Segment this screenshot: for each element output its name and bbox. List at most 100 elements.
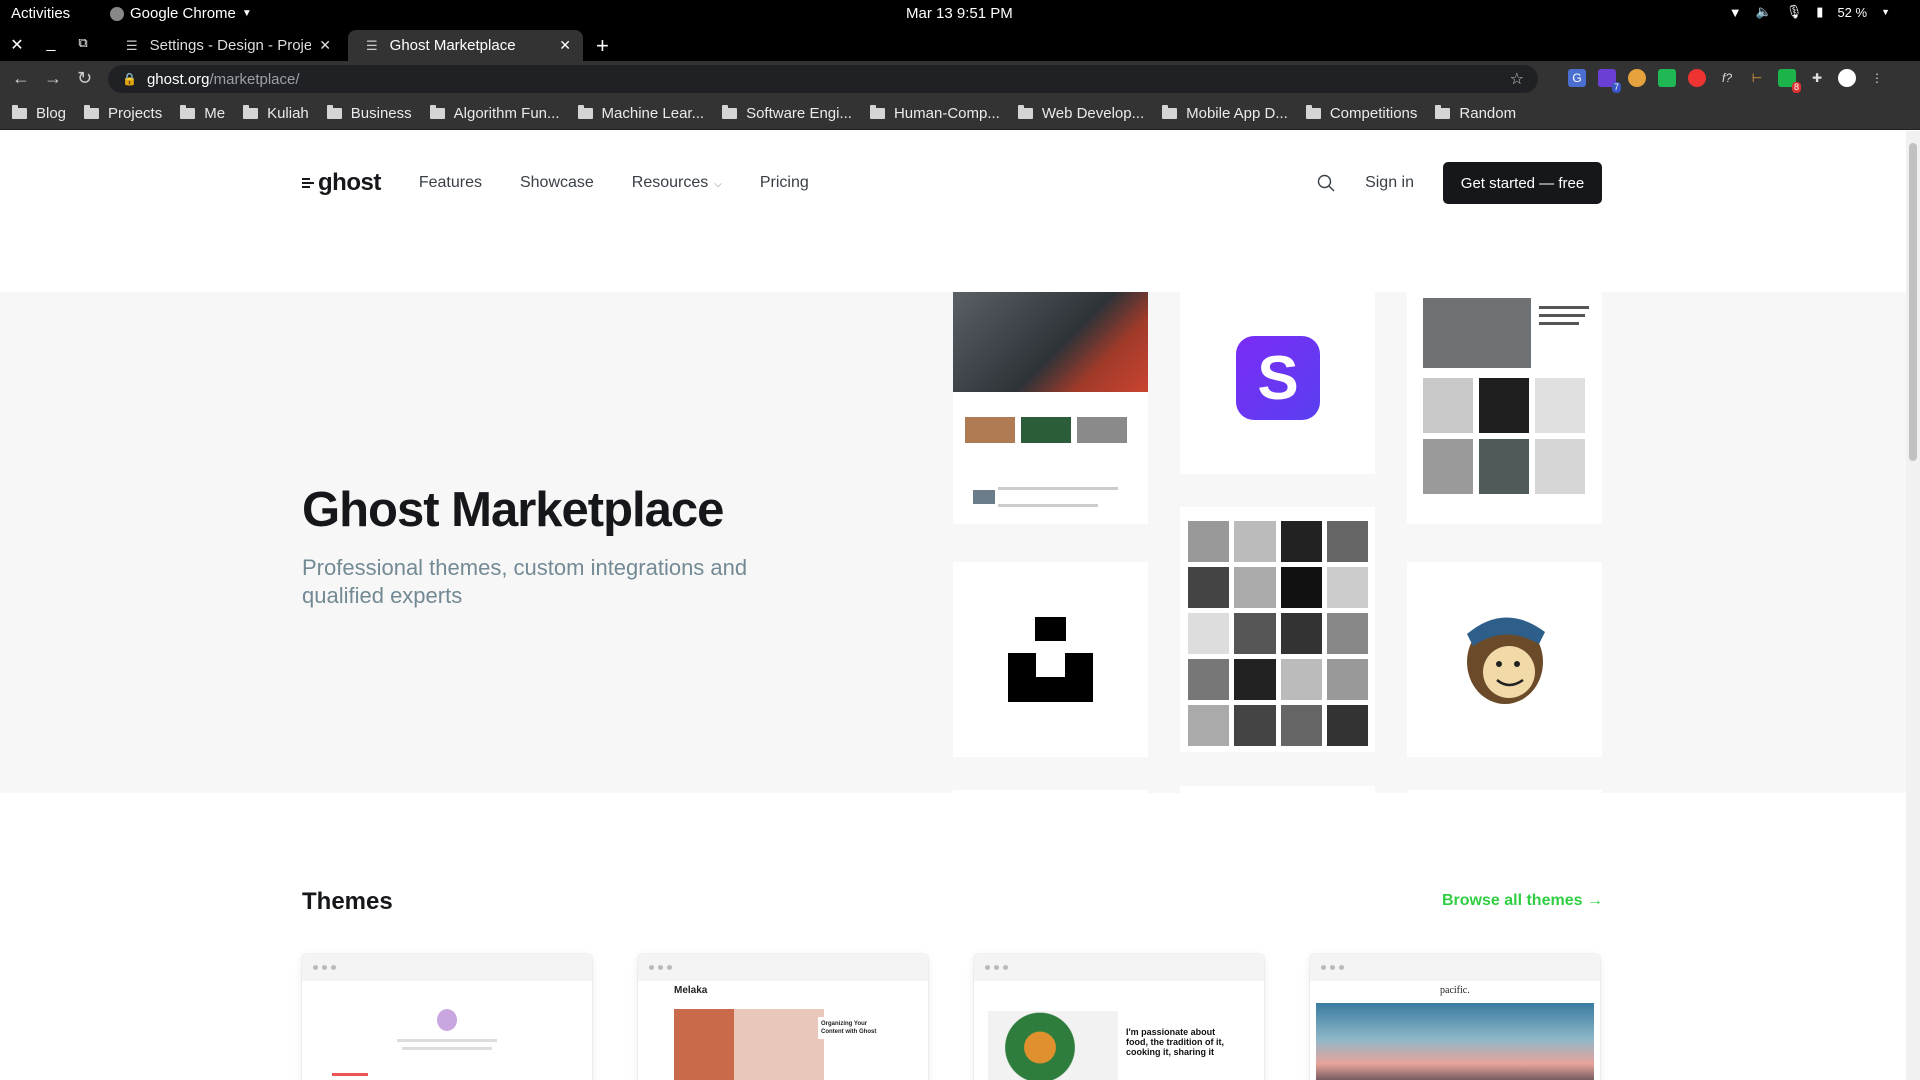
theme-preview-tile[interactable] [953, 790, 1148, 793]
back-icon[interactable]: ← [12, 68, 30, 89]
chevron-down-icon: ⌵ [714, 179, 722, 190]
stripe-logo-icon: S [1236, 336, 1320, 420]
restore-window-icon[interactable]: ⧉ [73, 35, 93, 51]
lock-icon[interactable]: 🔒 [122, 72, 137, 86]
bookmark-label: Me [204, 104, 226, 122]
search-icon[interactable] [1317, 174, 1335, 192]
bookmark-folder[interactable]: Projects [84, 104, 162, 122]
bookmark-label: Machine Lear... [601, 104, 705, 122]
page-scrollbar[interactable] [1906, 131, 1920, 1080]
bookmark-folder[interactable]: Human-Comp... [869, 104, 1000, 122]
theme-preview-tile[interactable] [1407, 292, 1602, 524]
close-window-icon[interactable]: ✕ [7, 35, 27, 55]
bookmark-folder[interactable]: Business [326, 104, 412, 122]
app-name: Google Chrome [130, 5, 236, 22]
card-window-dots [302, 954, 592, 981]
nav-features[interactable]: Features [419, 174, 482, 192]
chevron-down-icon: ▼ [1881, 7, 1890, 17]
red-extension-icon[interactable] [1688, 69, 1706, 87]
volume-icon: 🔈 [1755, 4, 1772, 19]
browse-all-themes-link[interactable]: Browse all themes → [1442, 892, 1603, 910]
profile-avatar[interactable] [1838, 69, 1856, 87]
sign-in-link[interactable]: Sign in [1365, 174, 1414, 192]
theme-card[interactable] [302, 954, 592, 1080]
wifi-icon: ▼ [1728, 4, 1742, 20]
integration-tile-stripe[interactable]: S [1180, 292, 1375, 474]
translate-extension-icon[interactable]: G [1568, 69, 1586, 87]
font-extension-icon[interactable]: f? [1718, 69, 1736, 87]
green-extension-icon[interactable] [1658, 69, 1676, 87]
battery-level: 52 % [1837, 4, 1868, 20]
theme-preview-tile[interactable] [1407, 790, 1602, 793]
scrollbar-thumb[interactable] [1909, 143, 1917, 461]
cookie-extension-icon[interactable] [1628, 69, 1646, 87]
theme-preview-tile[interactable] [1180, 786, 1375, 793]
extension-badge: 7 [1611, 82, 1621, 93]
bookmark-folder[interactable]: Software Engi... [722, 104, 852, 122]
bookmark-folder[interactable]: Algorithm Fun... [429, 104, 560, 122]
system-tray[interactable]: ▼ 🔈 🎙 ▮ 52 % ▼ [1729, 4, 1890, 20]
microphone-icon: 🎙 [1785, 4, 1803, 19]
more-menu-icon[interactable]: ⋮ [1868, 69, 1886, 87]
tab-ghost-marketplace[interactable]: ☰ Ghost Marketplace ✕ [348, 30, 583, 61]
theme-card[interactable]: I'm passionate about food, the tradition… [974, 954, 1264, 1080]
activities-button[interactable]: Activities [11, 5, 70, 22]
close-tab-icon[interactable]: ✕ [319, 37, 331, 54]
bookmark-folder[interactable]: Kuliah [243, 104, 309, 122]
bookmark-folder[interactable]: Me [180, 104, 226, 122]
folder-icon [869, 104, 885, 119]
battery-icon: ▮ [1816, 4, 1824, 19]
nav-resources[interactable]: Resources ⌵ [632, 174, 722, 192]
extensions-row: G 7 f? ⊢ 8 ✚ ⋮ [1568, 69, 1886, 93]
tab-title: Ghost Marketplace [389, 37, 516, 54]
bookmark-star-icon[interactable]: ☆ [1510, 69, 1524, 89]
card-caption: Organizing Your Content with Ghost [818, 1017, 880, 1039]
nav-showcase[interactable]: Showcase [520, 174, 594, 192]
theme-preview-tile-gallery[interactable] [1180, 507, 1375, 752]
app-menu[interactable]: Google Chrome ▼ [110, 5, 252, 22]
preview-grid [1423, 378, 1585, 494]
bookmark-folder[interactable]: Random [1435, 104, 1516, 122]
bookmarks-bar: Blog Projects Me Kuliah Business Algorithm Fu… [0, 97, 1920, 130]
url-path: /marketplace/ [209, 70, 300, 88]
get-started-button[interactable]: Get started — free [1443, 162, 1602, 204]
orange-extension-icon[interactable]: ⊢ [1748, 69, 1766, 87]
extension-purple-icon[interactable]: 7 [1598, 69, 1621, 93]
ghost-logo[interactable]: ghost [302, 169, 381, 197]
preview-image [1423, 298, 1531, 368]
integration-tile-unsplash[interactable] [953, 562, 1148, 757]
bookmark-folder[interactable]: Mobile App D... [1162, 104, 1288, 122]
folder-icon [429, 104, 445, 119]
bookmark-folder[interactable]: Web Develop... [1017, 104, 1144, 122]
clock[interactable]: Mar 13 9:51 PM [906, 5, 1013, 22]
new-tab-button[interactable]: + [596, 33, 609, 59]
bookmark-label: Competitions [1329, 104, 1418, 122]
folder-icon [1435, 104, 1451, 119]
page-title: Ghost Marketplace [302, 483, 724, 537]
theme-card[interactable]: pacific. [1310, 954, 1600, 1080]
chat-extension-icon[interactable]: 8 [1778, 69, 1801, 93]
system-top-bar: Activities Google Chrome ▼ Mar 13 9:51 P… [0, 0, 1920, 27]
bookmark-label: Mobile App D... [1186, 104, 1288, 122]
close-tab-icon[interactable]: ✕ [559, 37, 571, 54]
tab-settings-design[interactable]: ☰ Settings - Design - Projek ✕ [108, 30, 343, 61]
nav-pricing[interactable]: Pricing [760, 174, 809, 192]
forward-icon[interactable]: → [44, 68, 62, 89]
theme-card[interactable]: Melaka Organizing Your Content with Ghos… [638, 954, 928, 1080]
card-preview: I'm passionate about food, the tradition… [974, 981, 1264, 1080]
preview-hero-image [953, 292, 1148, 392]
chevron-down-icon: ▼ [241, 8, 252, 19]
folder-icon [722, 104, 738, 119]
address-bar[interactable]: 🔒 ghost.org/marketplace/ ☆ [108, 65, 1538, 93]
bookmark-folder[interactable]: Blog [12, 104, 66, 122]
folder-icon [84, 104, 100, 119]
integration-tile-mailchimp[interactable] [1407, 562, 1602, 757]
bookmark-folder[interactable]: Machine Lear... [577, 104, 705, 122]
theme-preview-tile[interactable] [953, 292, 1148, 524]
bookmark-label: Algorithm Fun... [453, 104, 560, 122]
minimize-window-icon[interactable]: _ [41, 35, 61, 53]
puzzle-extensions-icon[interactable]: ✚ [1808, 69, 1826, 87]
bookmark-label: Software Engi... [746, 104, 852, 122]
reload-icon[interactable]: ↻ [77, 68, 92, 89]
bookmark-folder[interactable]: Competitions [1305, 104, 1418, 122]
